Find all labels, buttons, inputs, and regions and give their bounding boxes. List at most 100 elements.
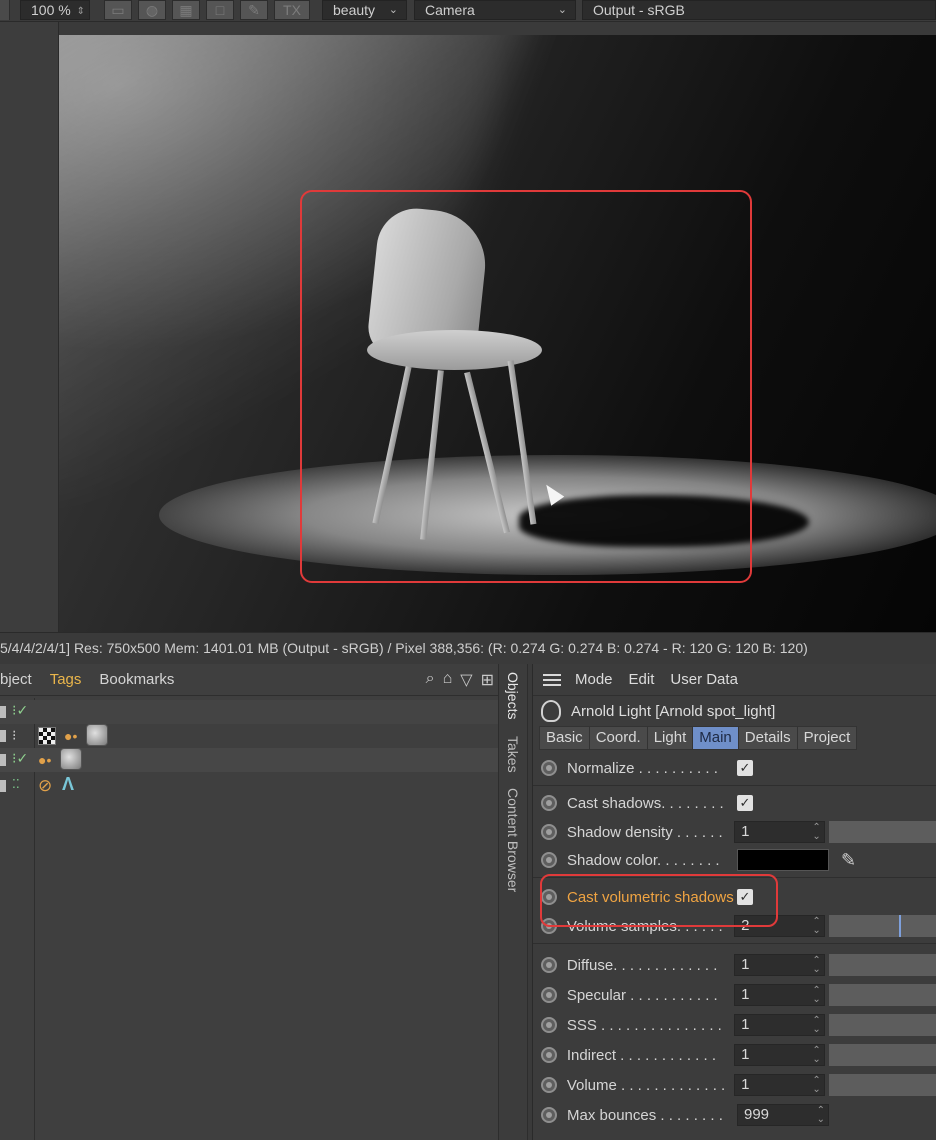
menu-object[interactable]: bject [0, 671, 32, 688]
tab-main[interactable]: Main [692, 726, 739, 750]
globe-icon[interactable]: ◍ [138, 0, 166, 20]
toolbar-spinner[interactable] [0, 0, 10, 20]
brush-icon[interactable]: ✎ [240, 0, 268, 20]
filter-icon[interactable]: ▽ [460, 670, 472, 690]
visibility-dots-icon[interactable]: ⁝ [12, 727, 16, 744]
param-label: Normalize . . . . . . . . . . [567, 759, 718, 777]
object-row[interactable]: ⁝✓ [0, 700, 498, 724]
tab-project[interactable]: Project [796, 726, 858, 750]
checker-tag-icon[interactable] [38, 727, 56, 745]
no-entry-icon[interactable]: ⊘ [38, 776, 52, 796]
cast-shadows-checkbox[interactable]: ✓ [737, 795, 753, 811]
object-row[interactable]: ⁚⁚ ⊘ Λ [0, 774, 498, 798]
animate-radio-icon[interactable] [541, 824, 557, 840]
shadow-density-field[interactable]: 1 ⌃ ⌄ [734, 821, 825, 843]
eyedropper-icon[interactable]: ✎ [841, 850, 856, 871]
object-manager: bject Tags Bookmarks ⌕ ⌂ ▽ ⊞ ⁝✓ ⁝ ●• ⁝✓ … [0, 664, 498, 1140]
diffuse-field[interactable]: 1 ⌃ ⌄ [734, 954, 825, 976]
tab-coord[interactable]: Coord. [588, 726, 648, 750]
menu-user-data[interactable]: User Data [670, 671, 738, 688]
shadow-density-slider[interactable] [828, 821, 936, 843]
tx-button[interactable]: TX [274, 0, 310, 20]
max-bounces-field[interactable]: 999 ⌃ ⌄ [737, 1104, 829, 1126]
visibility-dots-icon[interactable]: ⁚⁚ [12, 777, 20, 791]
stepper-icon[interactable]: ⌃ ⌄ [812, 1076, 820, 1095]
diffuse-slider[interactable] [828, 954, 936, 976]
volume-slider[interactable] [828, 1074, 936, 1096]
tab-light[interactable]: Light [646, 726, 694, 750]
specular-slider[interactable] [828, 984, 936, 1006]
menu-edit[interactable]: Edit [629, 671, 655, 688]
volume-field[interactable]: 1 ⌃ ⌄ [734, 1074, 825, 1096]
render-viewport[interactable] [59, 35, 936, 632]
object-row[interactable]: ⁝✓ ●• [0, 748, 498, 772]
layer-dropdown[interactable]: beauty ⌄ [322, 0, 407, 20]
search-icon[interactable]: ⌕ [426, 670, 435, 690]
normalize-checkbox[interactable]: ✓ [737, 760, 753, 776]
menu-bookmarks[interactable]: Bookmarks [99, 671, 174, 688]
hamburger-menu-icon[interactable] [543, 671, 561, 689]
layer-toggle-icon[interactable] [0, 780, 6, 792]
animate-radio-icon[interactable] [541, 957, 557, 973]
tab-details[interactable]: Details [737, 726, 798, 750]
animate-radio-icon[interactable] [541, 987, 557, 1003]
param-sss: SSS . . . . . . . . . . . . . . . 1 ⌃ ⌄ [541, 1012, 936, 1038]
stepper-icon[interactable]: ⌃ ⌄ [812, 1016, 820, 1035]
zoom-stepper-icon[interactable]: ⇕ [77, 3, 85, 21]
material-sphere-icon[interactable] [86, 724, 108, 746]
slider-handle[interactable] [898, 915, 901, 937]
material-dots-icon[interactable]: ●• [64, 728, 77, 744]
camera-dropdown[interactable]: Camera ⌄ [414, 0, 576, 20]
zoom-field[interactable]: 100 % ⇕ [20, 0, 90, 20]
menu-mode[interactable]: Mode [575, 671, 613, 688]
animate-radio-icon[interactable] [541, 1107, 557, 1123]
sss-field[interactable]: 1 ⌃ ⌄ [734, 1014, 825, 1036]
field-value: 1 [741, 956, 750, 973]
tab-takes[interactable]: Takes [505, 736, 521, 773]
stepper-icon[interactable]: ⌃ ⌄ [812, 823, 820, 842]
stepper-icon[interactable]: ⌃ ⌄ [817, 1106, 825, 1125]
param-label: Volume . . . . . . . . . . . . . [566, 1076, 726, 1094]
indirect-field[interactable]: 1 ⌃ ⌄ [734, 1044, 825, 1066]
new-window-icon[interactable]: ⊞ [481, 670, 494, 690]
stepper-icon[interactable]: ⌃ ⌄ [812, 956, 820, 975]
volume-samples-slider[interactable] [828, 915, 936, 937]
param-max-bounces: Max bounces . . . . . . . . 999 ⌃ ⌄ [541, 1102, 936, 1128]
check-icon[interactable]: ⁝✓ [12, 750, 28, 767]
indirect-slider[interactable] [828, 1044, 936, 1066]
shadow-color-swatch[interactable] [737, 849, 829, 871]
material-sphere-icon[interactable] [60, 748, 82, 770]
stepper-icon[interactable]: ⌃ ⌄ [812, 986, 820, 1005]
menu-tags[interactable]: Tags [50, 671, 82, 688]
param-label: Shadow color. . . . . . . . [567, 851, 720, 869]
param-normalize: Normalize . . . . . . . . . . ✓ [541, 755, 936, 781]
animate-radio-icon[interactable] [541, 1047, 557, 1063]
tab-basic[interactable]: Basic [539, 726, 590, 750]
region-render-icon[interactable]: ▭ [104, 0, 132, 20]
frame-icon[interactable]: □ [206, 0, 234, 20]
layer-toggle-icon[interactable] [0, 706, 6, 718]
field-value: 1 [741, 1016, 750, 1033]
object-row[interactable]: ⁝ ●• [0, 724, 498, 748]
chevron-down-icon: ⌄ [557, 4, 567, 16]
layer-toggle-icon[interactable] [0, 730, 6, 742]
animate-radio-icon[interactable] [541, 1077, 557, 1093]
tab-objects[interactable]: Objects [505, 672, 521, 719]
output-dropdown[interactable]: Output - sRGB [582, 0, 936, 20]
material-dots-icon[interactable]: ●• [38, 752, 51, 768]
animate-radio-icon[interactable] [541, 795, 557, 811]
specular-field[interactable]: 1 ⌃ ⌄ [734, 984, 825, 1006]
animate-radio-icon[interactable] [541, 852, 557, 868]
tab-content-browser[interactable]: Content Browser [505, 788, 521, 892]
stepper-icon[interactable]: ⌃ ⌄ [812, 1046, 820, 1065]
animate-radio-icon[interactable] [541, 760, 557, 776]
check-icon[interactable]: ⁝✓ [12, 702, 28, 719]
zoom-value: 100 % [31, 2, 71, 18]
animate-radio-icon[interactable] [541, 1017, 557, 1033]
sss-slider[interactable] [828, 1014, 936, 1036]
grid-icon[interactable]: ▦ [172, 0, 200, 20]
layer-toggle-icon[interactable] [0, 754, 6, 766]
arnold-tag-icon[interactable]: Λ [62, 774, 74, 795]
home-icon[interactable]: ⌂ [443, 670, 453, 690]
stepper-icon[interactable]: ⌃ ⌄ [812, 917, 820, 936]
